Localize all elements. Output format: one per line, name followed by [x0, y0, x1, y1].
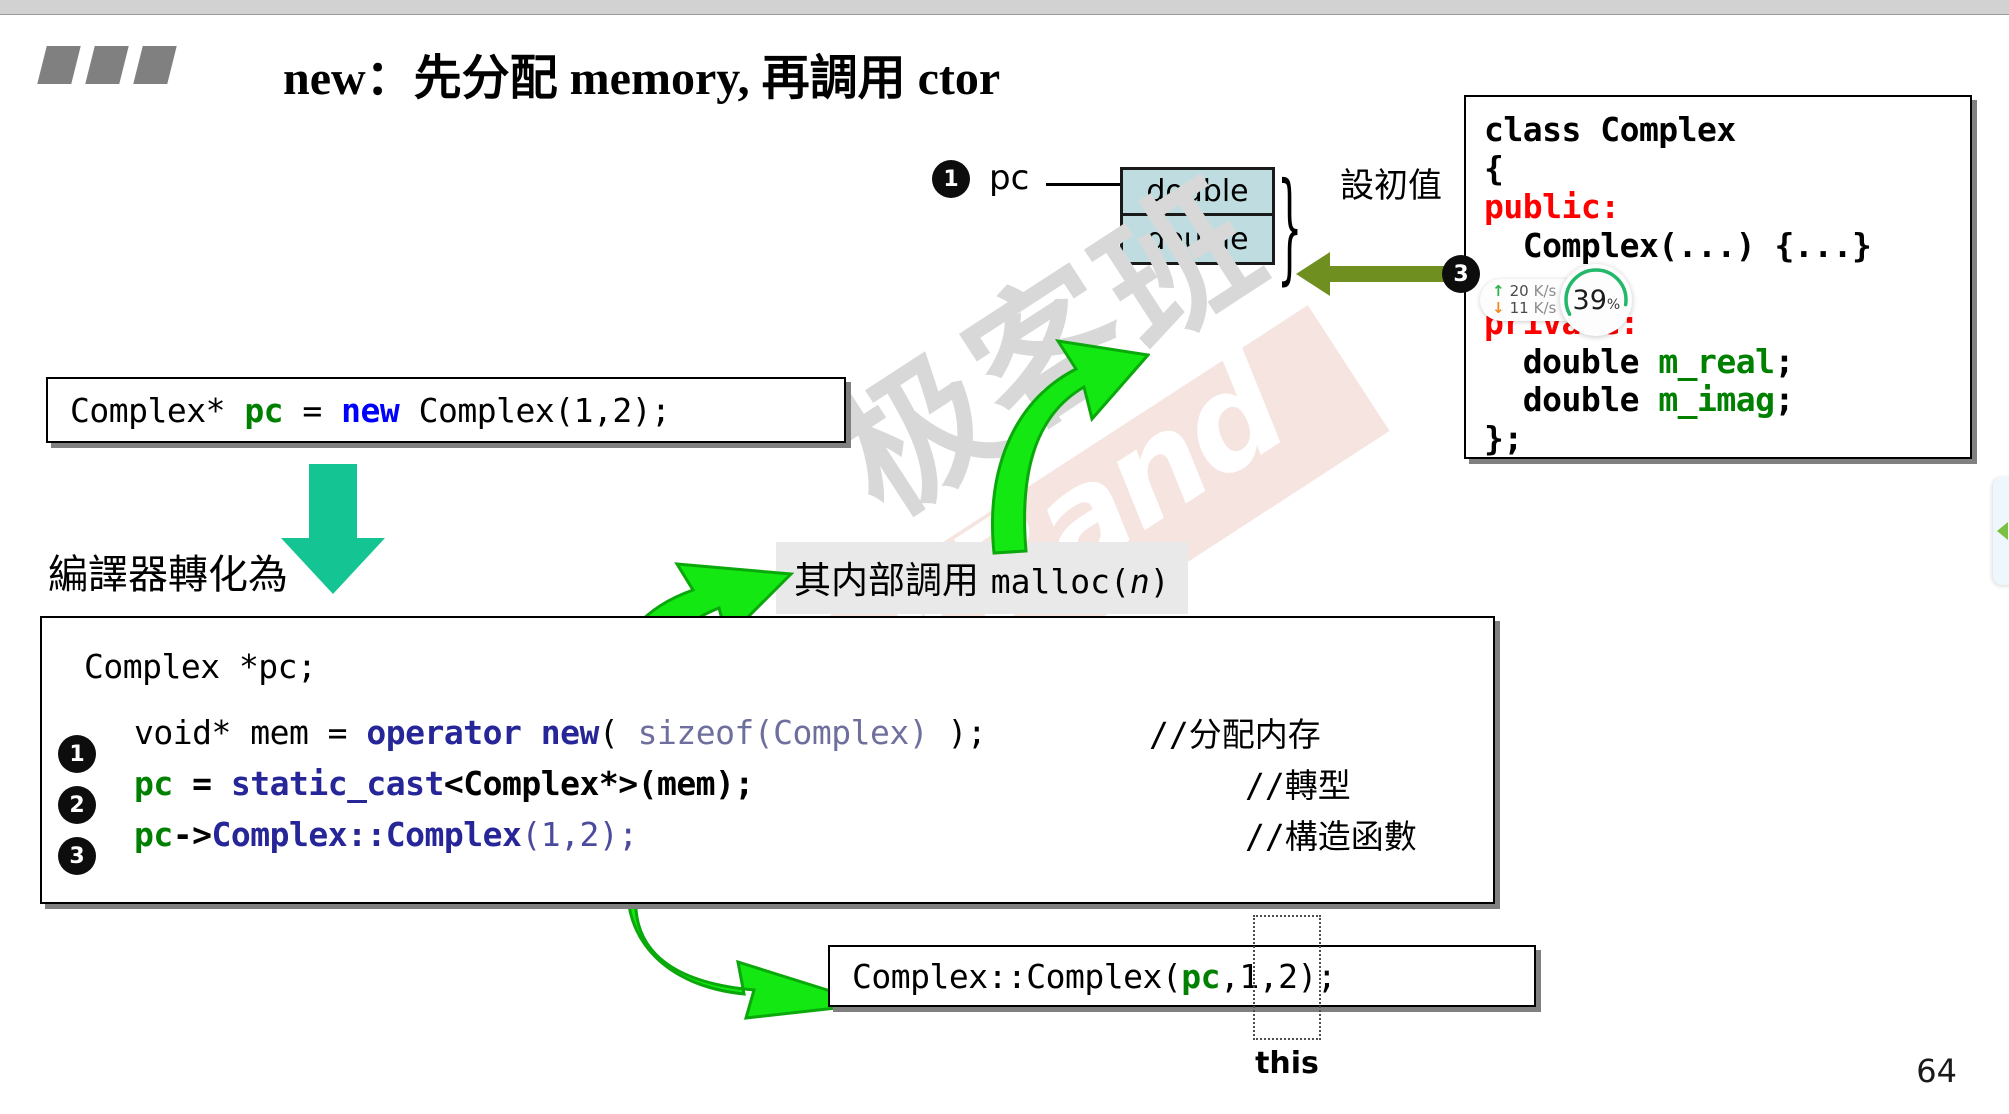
progress-percent-value: 39	[1572, 284, 1607, 316]
class-code-line-9: };	[1484, 418, 1970, 459]
title-bullet-marks	[37, 46, 202, 86]
expanded-line-2-seg-1: =	[172, 763, 231, 803]
bullet-mark-2	[85, 46, 129, 84]
upload-speed-unit: K/s	[1533, 281, 1557, 300]
expanded-line-1-seg-3: sizeof(Complex)	[637, 712, 929, 752]
source-statement-seg-2: =	[283, 390, 342, 430]
expanded-code-line-1: void* mem = operator new( sizeof(Complex…	[134, 710, 987, 754]
this-label: this	[1255, 1046, 1319, 1081]
class-code-line-7: double m_real;	[1484, 341, 1970, 382]
class-code-line-1-seg-0: class Complex	[1484, 110, 1736, 149]
floating-status-widget[interactable]: ↑ 20 K/s ↓ 11 K/s 39%	[1480, 264, 1633, 336]
class-code-line-8: double m_imag;	[1484, 380, 1970, 420]
class-code-line-9-seg-0: };	[1484, 418, 1523, 458]
download-arrow-icon: ↓	[1492, 298, 1505, 317]
class-code-line-3-seg-0: public:	[1484, 187, 1620, 227]
upload-arrow-icon: ↑	[1492, 281, 1505, 300]
expanded-line-3-seg-3: (1,2);	[521, 814, 638, 854]
expanded-code-box: Complex *pc; void* mem = operator new( s…	[40, 616, 1495, 904]
expanded-line-1-seg-0: void* mem =	[134, 712, 367, 752]
download-speed-value: 11	[1509, 298, 1529, 317]
expanded-line-1-seg-2: (	[598, 712, 638, 752]
progress-percent-symbol: %	[1606, 296, 1621, 313]
source-statement-seg-3: new	[341, 390, 400, 430]
memory-block: double double	[1120, 167, 1275, 265]
class-code-line-7-seg-2: ;	[1774, 341, 1795, 381]
source-statement-seg-1: pc	[244, 390, 284, 430]
class-code-line-1: class Complex	[1484, 110, 1970, 150]
expanded-comment-3: //構造函數	[1245, 817, 1417, 856]
expanded-line-1-seg-1: operator new	[366, 712, 599, 752]
memory-cell-1: double	[1146, 221, 1249, 257]
green-arrow-to-memory-icon	[980, 325, 1151, 555]
expanded-comment-1: //分配内存	[1149, 715, 1321, 754]
step-badge-1-memory: 1	[932, 160, 970, 198]
window-top-bar	[0, 0, 2009, 15]
class-code-line-8-seg-0: double	[1484, 380, 1659, 420]
class-code-line-2: {	[1484, 148, 1970, 189]
slide-canvas: 极客班 GeekBand new：先分配 memory, 再調用 ctor 1 …	[0, 0, 2009, 1114]
source-statement-seg-0: Complex*	[70, 390, 245, 430]
set-initial-value-label: 設初值	[1340, 166, 1442, 206]
slide-title: new：先分配 memory, 再調用 ctor	[283, 52, 1001, 105]
class-code-line-4-seg-0: Complex(...) {...}	[1484, 225, 1872, 265]
expanded-code-line-3: pc -> Complex::Complex (1,2);	[134, 812, 638, 856]
ctor-call-seg-0: Complex::Complex(	[852, 956, 1182, 996]
pointer-arrow-icon	[1046, 176, 1134, 192]
class-code-line-3: public:	[1484, 187, 1970, 227]
page-number: 64	[1916, 1052, 1957, 1090]
source-statement-code: Complex* pc = new Complex(1,2);	[48, 390, 671, 430]
upload-speed-row: ↑ 20 K/s	[1492, 281, 1557, 300]
download-speed-row: ↓ 11 K/s	[1492, 298, 1557, 317]
pointer-label-pc: pc	[989, 158, 1030, 198]
expanded-line-3-seg-1: ->	[172, 814, 212, 854]
malloc-call-arg: n	[1129, 562, 1150, 601]
step-badge-3-ctor: 3	[1442, 255, 1480, 293]
expanded-line-2-seg-0: pc	[134, 763, 173, 803]
chevron-left-icon	[1997, 522, 2008, 540]
progress-ring-widget[interactable]: 39%	[1560, 264, 1633, 336]
progress-percent: 39%	[1573, 287, 1621, 314]
step-badge-2-code: 2	[58, 786, 96, 824]
memory-cell-0: double	[1123, 170, 1272, 216]
expanded-line-3-seg-2: Complex::Complex	[211, 814, 522, 854]
class-code-line-8-seg-1: m_imag	[1658, 380, 1775, 420]
expanded-code-line-2: pc = static_cast <Complex*>(mem);	[134, 761, 754, 805]
expanded-declaration-line: Complex *pc;	[84, 647, 317, 686]
source-statement-seg-4: Complex(1,2);	[399, 390, 671, 430]
this-highlight-outline	[1253, 915, 1321, 1040]
expanded-line-1-seg-4: );	[928, 712, 987, 752]
compiler-transform-label: 編譯器轉化為	[48, 552, 288, 598]
step-badge-1-code: 1	[58, 735, 96, 773]
bullet-mark-1	[37, 46, 81, 84]
malloc-call-close: )	[1149, 562, 1170, 601]
expanded-line-3-seg-0: pc	[134, 814, 173, 854]
download-speed-unit: K/s	[1533, 298, 1557, 317]
compiler-transform-arrow-icon	[275, 464, 391, 596]
class-code-line-7-seg-1: m_real	[1658, 341, 1775, 381]
step-badge-3-code: 3	[58, 837, 96, 875]
class-code-line-7-seg-0: double	[1484, 341, 1659, 381]
ctor-call-box: Complex::Complex(pc,1,2);	[828, 945, 1536, 1007]
upload-speed-value: 20	[1509, 281, 1529, 300]
bullet-mark-3	[133, 46, 177, 84]
class-code-line-8-seg-2: ;	[1774, 380, 1795, 420]
edge-dock-widget[interactable]	[1993, 477, 2009, 585]
malloc-call-open: malloc(	[990, 562, 1130, 601]
class-code-line-4: Complex(...) {...}	[1484, 225, 1970, 266]
expanded-line-2-seg-2: static_cast	[230, 763, 445, 803]
malloc-caption-prefix: 其内部調用	[794, 559, 991, 602]
expanded-comment-2: //轉型	[1245, 766, 1351, 805]
class-code-line-2-seg-0: {	[1484, 148, 1504, 188]
expanded-line-2-seg-3: <Complex*>(mem);	[443, 763, 754, 803]
source-statement-box: Complex* pc = new Complex(1,2);	[46, 377, 846, 443]
ctor-call-seg-1: pc	[1181, 956, 1221, 996]
